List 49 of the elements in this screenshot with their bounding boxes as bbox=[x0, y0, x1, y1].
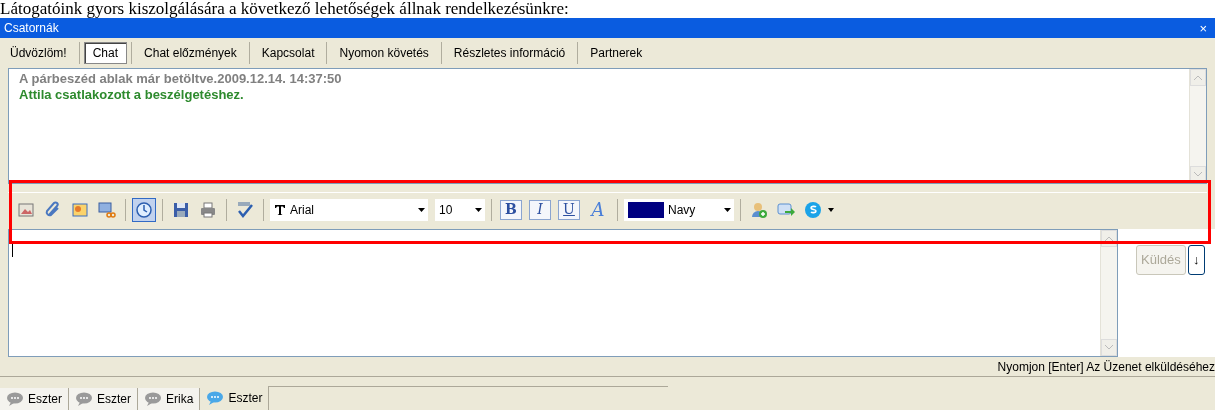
scroll-up-icon bbox=[1194, 75, 1202, 80]
paperclip-icon bbox=[44, 200, 62, 219]
speech-bubble-icon bbox=[206, 391, 225, 405]
chat-message: Attila csatlakozott a beszélgetéshez. bbox=[19, 87, 245, 103]
color-dropdown[interactable]: Navy bbox=[624, 198, 734, 221]
save-icon bbox=[172, 200, 190, 219]
printer-icon bbox=[199, 200, 217, 219]
caret-icon bbox=[723, 207, 731, 212]
speech-bubble-icon bbox=[144, 392, 163, 406]
font-name: Arial bbox=[290, 201, 314, 219]
caret-icon bbox=[417, 207, 425, 212]
overflow-caret-icon bbox=[828, 207, 834, 212]
scroll-down-icon bbox=[1194, 172, 1202, 177]
speech-bubble-icon bbox=[75, 392, 93, 406]
window-title: Csatornák bbox=[4, 20, 59, 37]
clock-icon bbox=[135, 200, 153, 219]
caption-text: Látogatóink gyors kiszolgálására a következő lehetőségek állnak rendelkezésünkre: bbox=[0, 0, 569, 18]
font-size: 10 bbox=[439, 201, 453, 219]
tab[interactable]: Üdvözlöm! bbox=[2, 42, 75, 64]
caret-icon bbox=[474, 207, 482, 212]
tab[interactable]: Kapcsolat bbox=[253, 42, 323, 64]
chat-message: A párbeszéd ablak már betöltve.2009.12.14. 14:37:50 bbox=[19, 71, 343, 87]
chat-logo-icon bbox=[804, 200, 822, 219]
font-dropdown[interactable]: Arial bbox=[270, 198, 428, 221]
close-button[interactable]: × bbox=[1195, 21, 1211, 35]
person-add-icon bbox=[750, 200, 768, 219]
chat-arrow-icon bbox=[777, 200, 795, 219]
format-button[interactable]: B bbox=[500, 199, 522, 220]
speech-bubble-icon bbox=[6, 392, 24, 406]
format-button[interactable]: U bbox=[558, 199, 580, 220]
tab[interactable]: Chat előzmények bbox=[136, 42, 245, 64]
conversation-tab[interactable]: Erika bbox=[138, 388, 201, 410]
color-name: Navy bbox=[668, 201, 696, 219]
toolbar-button[interactable] bbox=[132, 197, 156, 222]
format-button[interactable]: I bbox=[529, 199, 551, 220]
tab[interactable]: Chat bbox=[83, 42, 128, 64]
tab[interactable]: Partnerek bbox=[582, 42, 651, 64]
tab[interactable]: Részletes információ bbox=[445, 42, 574, 64]
scrollbar[interactable] bbox=[1189, 69, 1206, 183]
size-dropdown[interactable]: 10 bbox=[435, 198, 485, 221]
font-icon bbox=[274, 203, 286, 216]
image-icon bbox=[71, 200, 89, 219]
conversation-tab[interactable]: Eszter bbox=[69, 388, 139, 410]
tab[interactable]: Nyomon követés bbox=[331, 42, 437, 64]
picture-icon bbox=[17, 200, 35, 219]
conversation-tab[interactable]: Eszter bbox=[0, 388, 69, 410]
status-text: Nyomjon [Enter] Az Üzenet elküldéséhez bbox=[997, 358, 1215, 376]
spellcheck-icon bbox=[236, 200, 254, 219]
scissors-icon bbox=[98, 200, 116, 219]
